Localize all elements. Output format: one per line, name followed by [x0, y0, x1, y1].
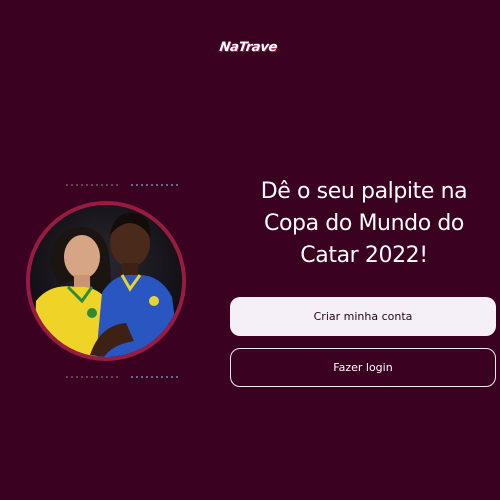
- natrave-logo: NaTrave: [218, 40, 279, 55]
- login-button[interactable]: Fazer login: [230, 348, 496, 387]
- decorative-dots-bottom: [66, 376, 178, 378]
- players-photo: [26, 201, 186, 361]
- decorative-dots-top: [66, 184, 178, 186]
- headline: Dê o seu palpite na Copa do Mundo do Cat…: [260, 179, 468, 268]
- create-account-button[interactable]: Criar minha conta: [230, 297, 496, 336]
